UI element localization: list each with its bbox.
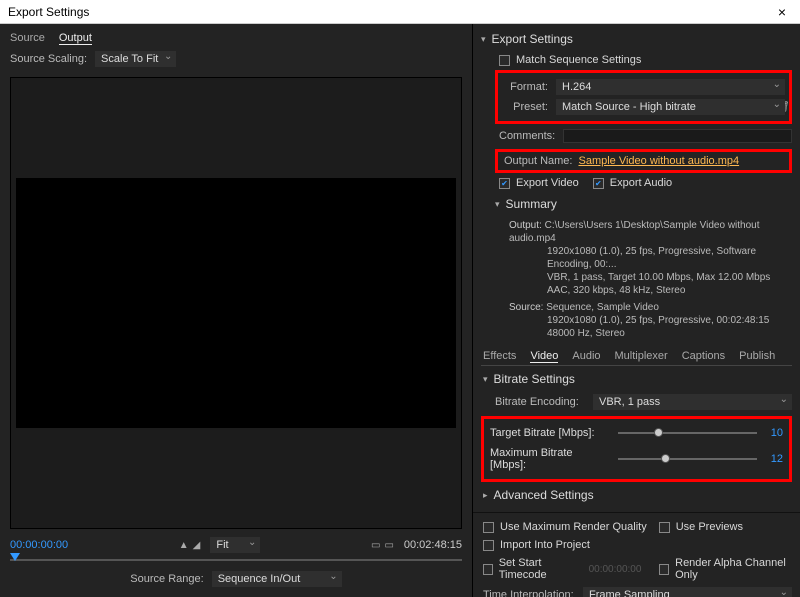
twisty-icon: ▾	[495, 199, 500, 210]
output-name-link[interactable]: Sample Video without audio.mp4	[578, 155, 739, 167]
export-settings-section[interactable]: ▾ Export Settings	[481, 28, 792, 50]
close-icon[interactable]: ×	[772, 4, 792, 20]
summary-source-res: 1920x1080 (1.0), 25 fps, Progressive, 00…	[509, 314, 792, 327]
target-bitrate-value[interactable]: 10	[765, 427, 783, 439]
aspect-alt-icon[interactable]: ▭	[384, 540, 393, 551]
timeline-row: 00:00:00:00 ▲ ◢ Fit ▭ ▭ 00:02:48:15	[0, 533, 472, 557]
codec-tabs: Effects Video Audio Multiplexer Captions…	[481, 344, 792, 366]
tab-publish[interactable]: Publish	[739, 350, 775, 363]
twisty-icon: ▾	[483, 374, 488, 385]
tab-video[interactable]: Video	[530, 350, 558, 363]
bitrate-encoding-dropdown[interactable]: VBR, 1 pass	[593, 394, 792, 410]
tab-audio[interactable]: Audio	[572, 350, 600, 363]
tab-output[interactable]: Output	[59, 32, 92, 45]
set-start-tc-label: Set Start Timecode	[499, 557, 579, 581]
step-fwd-icon[interactable]: ◢	[193, 540, 201, 551]
max-bitrate-label: Maximum Bitrate [Mbps]:	[490, 447, 610, 471]
source-scaling-dropdown[interactable]: Scale To Fit	[95, 51, 176, 67]
summary-source-label: Source:	[509, 302, 543, 313]
summary-source-audio: 48000 Hz, Stereo	[509, 327, 792, 340]
time-interp-label: Time Interpolation:	[483, 589, 575, 597]
comments-label: Comments:	[499, 130, 555, 142]
export-video-checkbox[interactable]	[499, 178, 510, 189]
set-start-tc-checkbox[interactable]	[483, 564, 493, 575]
export-settings-label: Export Settings	[492, 32, 573, 46]
import-project-label: Import Into Project	[500, 539, 590, 551]
use-max-render-label: Use Maximum Render Quality	[500, 521, 647, 533]
playhead-icon[interactable]	[10, 553, 20, 561]
video-preview	[16, 178, 456, 428]
format-preset-highlight: Format: H.264 Preset: Match Source - Hig…	[495, 70, 792, 124]
export-audio-label: Export Audio	[610, 177, 672, 189]
set-start-tc-value: 00:00:00:00	[589, 564, 642, 575]
play-controls: ▲ ◢	[179, 540, 201, 551]
use-previews-checkbox[interactable]	[659, 522, 670, 533]
export-video-label: Export Video	[516, 177, 579, 189]
titlebar: Export Settings ×	[0, 0, 800, 24]
source-scaling-row: Source Scaling: Scale To Fit	[0, 49, 472, 73]
match-sequence-label: Match Sequence Settings	[516, 54, 641, 66]
bitrate-section[interactable]: ▾ Bitrate Settings	[481, 368, 792, 390]
summary-block: Output: C:\Users\Users 1\Desktop\Sample …	[481, 217, 792, 342]
summary-section[interactable]: ▾ Summary	[481, 193, 792, 215]
tab-effects[interactable]: Effects	[483, 350, 516, 363]
right-panel: ▾ Export Settings Match Sequence Setting…	[473, 24, 800, 597]
main-panel: Source Output Source Scaling: Scale To F…	[0, 24, 800, 597]
tab-source[interactable]: Source	[10, 32, 45, 45]
tab-captions[interactable]: Captions	[682, 350, 725, 363]
format-label: Format:	[502, 81, 548, 93]
tab-multiplexer[interactable]: Multiplexer	[615, 350, 668, 363]
timecode-in[interactable]: 00:00:00:00	[10, 539, 68, 551]
preview-tabs: Source Output	[0, 24, 472, 49]
use-previews-label: Use Previews	[676, 521, 743, 533]
twisty-icon: ▾	[481, 34, 486, 45]
timeline-bar[interactable]	[10, 559, 462, 561]
window-title: Export Settings	[8, 5, 772, 19]
summary-output-vbr: VBR, 1 pass, Target 10.00 Mbps, Max 12.0…	[509, 271, 792, 284]
preview-area	[10, 77, 462, 529]
summary-output-audio: AAC, 320 kbps, 48 kHz, Stereo	[509, 284, 792, 297]
summary-output-res: 1920x1080 (1.0), 25 fps, Progressive, So…	[509, 245, 792, 271]
max-bitrate-slider[interactable]	[618, 458, 757, 460]
advanced-section[interactable]: ▸ Advanced Settings	[481, 484, 792, 506]
bitrate-settings-label: Bitrate Settings	[494, 372, 575, 386]
source-range-row: Source Range: Sequence In/Out	[0, 567, 472, 597]
aspect-controls: ▭ ▭	[371, 540, 394, 551]
format-dropdown[interactable]: H.264	[556, 79, 785, 95]
twisty-icon: ▸	[483, 490, 488, 501]
zoom-fit-dropdown[interactable]: Fit	[210, 537, 260, 553]
source-scaling-label: Source Scaling:	[10, 53, 87, 65]
source-range-label: Source Range:	[130, 573, 203, 585]
preset-dropdown[interactable]: Match Source - High bitrate	[556, 99, 785, 115]
left-panel: Source Output Source Scaling: Scale To F…	[0, 24, 473, 597]
advanced-settings-label: Advanced Settings	[494, 488, 594, 502]
summary-output-label: Output:	[509, 220, 542, 231]
export-audio-checkbox[interactable]	[593, 178, 604, 189]
render-alpha-label: Render Alpha Channel Only	[675, 557, 792, 581]
step-back-icon[interactable]: ▲	[179, 540, 189, 551]
match-sequence-checkbox[interactable]	[499, 55, 510, 66]
source-range-dropdown[interactable]: Sequence In/Out	[212, 571, 342, 587]
target-bitrate-slider[interactable]	[618, 432, 757, 434]
max-bitrate-value[interactable]: 12	[765, 453, 783, 465]
import-project-checkbox[interactable]	[483, 540, 494, 551]
summary-output-path: C:\Users\Users 1\Desktop\Sample Video wi…	[509, 220, 760, 244]
output-name-label: Output Name:	[504, 155, 572, 167]
target-bitrate-label: Target Bitrate [Mbps]:	[490, 427, 610, 439]
aspect-icon[interactable]: ▭	[371, 540, 380, 551]
time-interp-dropdown[interactable]: Frame Sampling	[583, 587, 792, 597]
use-max-render-checkbox[interactable]	[483, 522, 494, 533]
timecode-out: 00:02:48:15	[404, 539, 462, 551]
bitrate-sliders-highlight: Target Bitrate [Mbps]: 10 Maximum Bitrat…	[481, 416, 792, 482]
summary-source-seq: Sequence, Sample Video	[546, 302, 659, 313]
output-name-highlight: Output Name: Sample Video without audio.…	[495, 149, 792, 173]
bitrate-encoding-label: Bitrate Encoding:	[495, 396, 585, 408]
comments-input[interactable]	[563, 129, 792, 143]
summary-label: Summary	[506, 197, 557, 211]
render-alpha-checkbox[interactable]	[659, 564, 669, 575]
